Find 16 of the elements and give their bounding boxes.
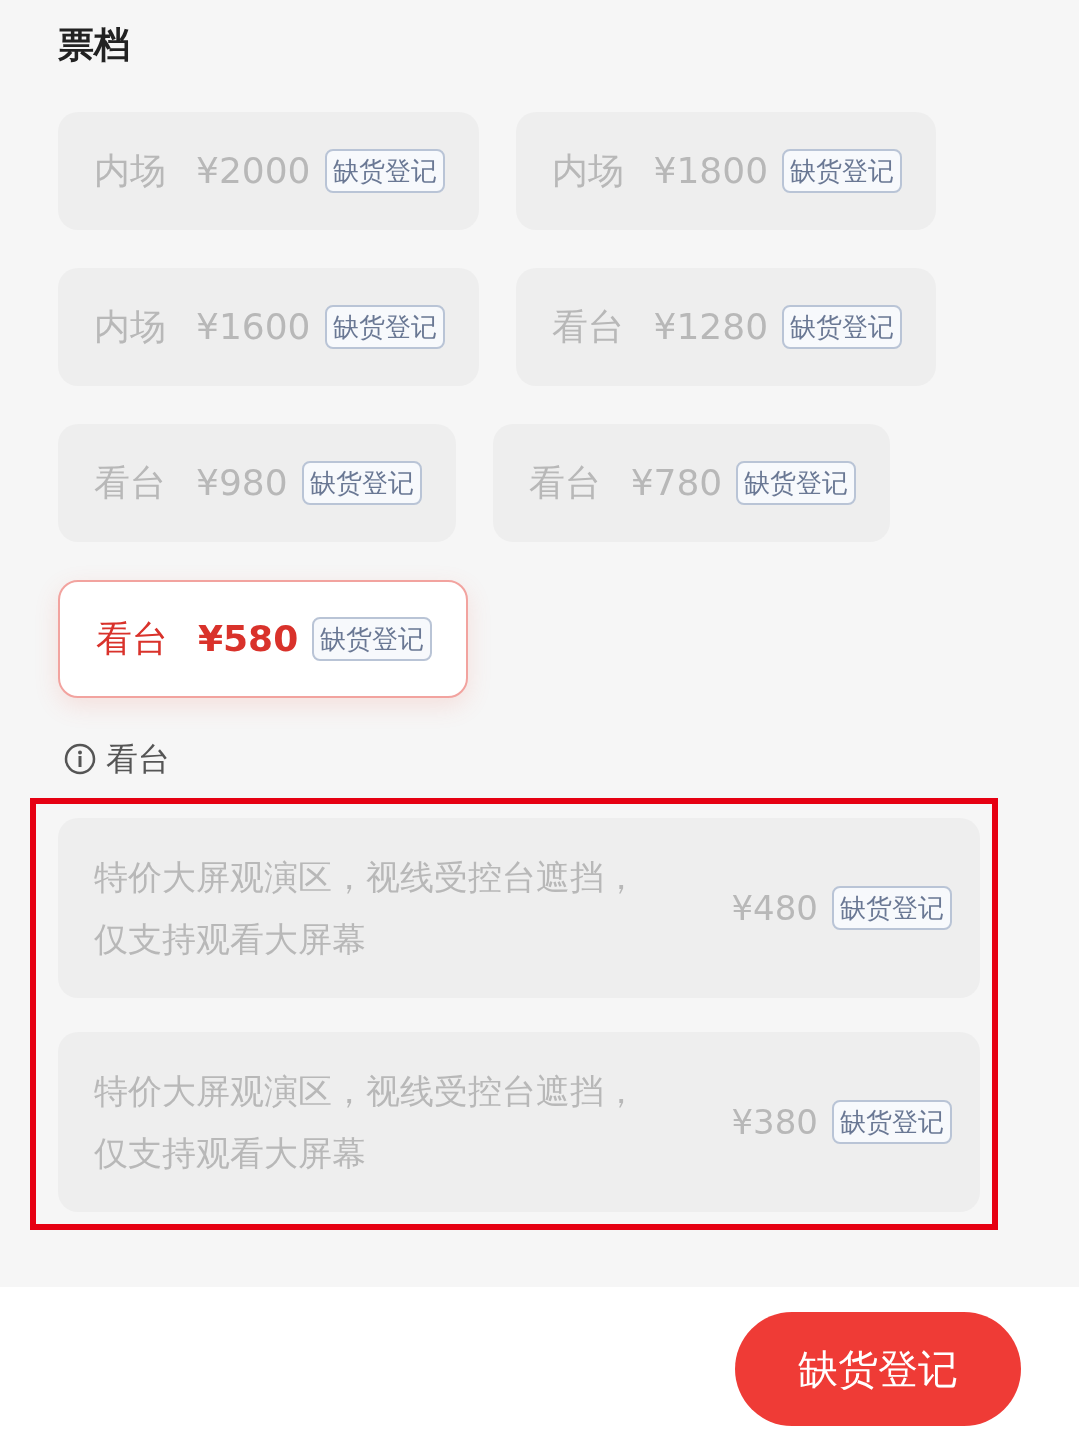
waitlist-tag: 缺货登记 (324, 149, 445, 193)
area-label: 看台 (96, 617, 168, 661)
waitlist-tag: 缺货登记 (301, 461, 422, 505)
note-text: 看台 (106, 739, 170, 780)
waitlist-tag: 缺货登记 (324, 305, 445, 349)
waitlist-tag: 缺货登记 (782, 305, 903, 349)
waitlist-button[interactable]: 缺货登记 (735, 1312, 1021, 1426)
waitlist-tag: 缺货登记 (312, 617, 433, 661)
waitlist-tag: 缺货登记 (782, 149, 903, 193)
section-title: 票档 (58, 23, 130, 67)
price-text: ¥580 (198, 617, 299, 661)
waitlist-tag: 缺货登记 (832, 1100, 952, 1144)
ticket-tier-card[interactable]: 看台 ¥580 缺货登记 (58, 580, 469, 698)
waitlist-tag: 缺货登记 (736, 461, 857, 505)
info-icon (64, 743, 96, 775)
waitlist-tag: 缺货登记 (832, 886, 952, 930)
